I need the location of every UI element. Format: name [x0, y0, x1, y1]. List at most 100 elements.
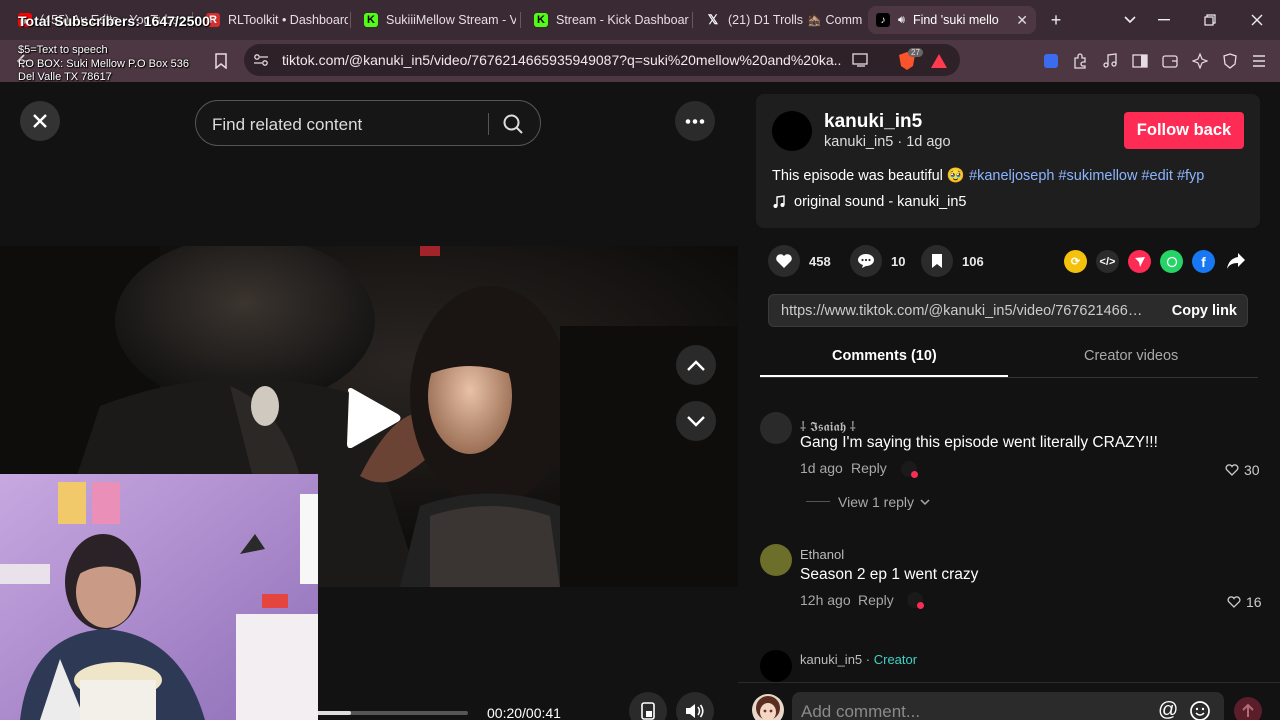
- speaker-icon: 🔊︎: [898, 13, 905, 26]
- tab-label: SukiiiMellow Stream - V: [386, 13, 516, 27]
- commenter-avatar[interactable]: [760, 650, 792, 682]
- mention-icon[interactable]: @: [1158, 699, 1178, 720]
- wallet-icon[interactable]: [1159, 50, 1181, 72]
- original-sound[interactable]: original sound - kanuki_in5: [772, 194, 967, 210]
- close-tab-icon[interactable]: ✕: [1016, 12, 1028, 29]
- leo-ai-icon[interactable]: [1189, 50, 1211, 72]
- tts-info: $5=Text to speech: [18, 44, 108, 56]
- post-comment-button[interactable]: [1234, 697, 1262, 720]
- shields-count-badge: 27: [908, 48, 923, 57]
- reply-button[interactable]: Reply: [858, 592, 894, 608]
- close-window-button[interactable]: [1245, 8, 1269, 32]
- comment-like-count: 16: [1246, 594, 1262, 610]
- next-video-button[interactable]: [676, 401, 716, 441]
- save-count: 106: [962, 253, 984, 269]
- tab-tiktok-active[interactable]: ♪ 🔊︎ Find 'suki mello ✕: [868, 6, 1036, 34]
- minimize-button[interactable]: [1152, 8, 1176, 32]
- active-tab-indicator: [760, 375, 1008, 377]
- commenter-avatar[interactable]: [760, 412, 792, 444]
- send-to-friends-icon[interactable]: [1128, 250, 1151, 273]
- chevron-up-icon: [687, 359, 705, 371]
- volume-icon: [686, 704, 704, 718]
- author-username[interactable]: kanuki_in5: [824, 111, 922, 133]
- follow-back-button[interactable]: Follow back: [1124, 112, 1244, 149]
- tab-kick-stream[interactable]: K SukiiiMellow Stream - V: [356, 6, 516, 34]
- bookmark-icon: [921, 245, 953, 277]
- ellipsis-icon: [685, 118, 705, 124]
- comment-like-count: 30: [1244, 462, 1260, 478]
- add-comment-input[interactable]: Add comment... @: [792, 692, 1224, 720]
- extension-shield-icon[interactable]: [1040, 50, 1062, 72]
- comment-action[interactable]: 10: [850, 245, 905, 277]
- screen: ▶ (455) Au Edits - YouTube R RLToolkit •…: [0, 0, 1280, 720]
- close-video-button[interactable]: [20, 101, 60, 141]
- embed-code-icon[interactable]: </>: [1096, 250, 1119, 273]
- related-search-input[interactable]: Find related content: [195, 100, 541, 146]
- commenter-avatar[interactable]: [760, 544, 792, 576]
- vpn-icon[interactable]: [1219, 50, 1241, 72]
- brave-rewards-icon[interactable]: [928, 50, 950, 72]
- repost-icon[interactable]: ⟳: [1064, 250, 1087, 273]
- restore-button[interactable]: [1198, 8, 1222, 32]
- site-settings-icon[interactable]: [250, 49, 272, 71]
- po-box-line-1: PO BOX: Suki Mellow P.O Box 536: [18, 58, 189, 70]
- tab-list-chevron-icon[interactable]: [1118, 8, 1142, 32]
- caption-hashtags[interactable]: #kaneljoseph #sukimellow #edit #fyp: [969, 168, 1204, 184]
- share-link-box[interactable]: https://www.tiktok.com/@kanuki_in5/video…: [768, 294, 1248, 327]
- save-action[interactable]: 106: [921, 245, 984, 277]
- url-text: tiktok.com/@kanuki_in5/video/76762146659…: [282, 52, 842, 68]
- music-note-icon[interactable]: [1099, 50, 1121, 72]
- chevron-down-icon: [920, 498, 930, 505]
- commenter-name[interactable]: Ethanol: [800, 547, 844, 562]
- brave-shields-icon[interactable]: 27: [896, 48, 923, 72]
- search-icon[interactable]: [502, 113, 524, 140]
- commenter-name[interactable]: ⸸ 𝕴𝖘𝖆𝖎𝖆𝖍 ⸸: [800, 417, 856, 435]
- comment-like[interactable]: 16: [1227, 594, 1262, 610]
- facebook-icon[interactable]: f: [1192, 250, 1215, 273]
- search-placeholder: Find related content: [212, 115, 363, 134]
- comment-like[interactable]: 30: [1225, 462, 1260, 478]
- like-count: 458: [809, 253, 831, 269]
- author-handle-time: kanuki_in5 · 1d ago: [824, 134, 951, 150]
- address-bar[interactable]: tiktok.com/@kanuki_in5/video/76762146659…: [244, 44, 960, 76]
- like-action[interactable]: 458: [768, 245, 831, 277]
- tab-x[interactable]: 𝕏 (21) D1 Trolls 🏚️ Comm: [698, 6, 862, 34]
- comment-time: 12h ago: [800, 592, 851, 608]
- tab-label: Stream - Kick Dashboar: [556, 13, 689, 27]
- tab-rltoolkit[interactable]: R RLToolkit • Dashboard: [198, 6, 348, 34]
- bookmark-icon[interactable]: [210, 50, 232, 72]
- tab-comments[interactable]: Comments (10): [832, 348, 937, 364]
- sidebar-icon[interactable]: [1129, 50, 1151, 72]
- heart-outline-icon: [1227, 596, 1241, 608]
- chevron-down-icon: [687, 415, 705, 427]
- whatsapp-icon[interactable]: [1160, 250, 1183, 273]
- tiktok-icon: ♪: [876, 13, 890, 27]
- new-tab-button[interactable]: +: [1044, 8, 1068, 32]
- music-note-icon: [773, 195, 785, 208]
- author-avatar[interactable]: [772, 111, 812, 151]
- copy-link-button[interactable]: Copy link: [1172, 303, 1237, 319]
- post-caption: This episode was beautiful 🥹 #kaneljosep…: [772, 167, 1204, 184]
- tab-kick-dashboard[interactable]: K Stream - Kick Dashboar: [526, 6, 690, 34]
- comment-placeholder: Add comment...: [801, 702, 921, 720]
- creator-heart-badge: [911, 471, 918, 478]
- webcam-overlay: [0, 474, 318, 720]
- comment-text: Gang I'm saying this episode went litera…: [800, 434, 1158, 451]
- emoji-icon[interactable]: [1189, 700, 1211, 720]
- share-arrow-icon[interactable]: [1226, 252, 1246, 275]
- menu-icon[interactable]: [1248, 50, 1270, 72]
- tab-creator-videos[interactable]: Creator videos: [1084, 348, 1178, 364]
- heart-icon: [768, 245, 800, 277]
- previous-video-button[interactable]: [676, 345, 716, 385]
- x-icon: 𝕏: [707, 12, 719, 27]
- extensions-puzzle-icon[interactable]: [1069, 50, 1091, 72]
- reply-button[interactable]: Reply: [851, 460, 887, 476]
- kick-icon: K: [534, 13, 548, 27]
- cast-icon[interactable]: [850, 49, 872, 71]
- sound-label: original sound - kanuki_in5: [794, 194, 967, 210]
- play-icon[interactable]: [345, 388, 401, 453]
- view-replies-button[interactable]: View 1 reply: [838, 494, 930, 510]
- commenter-name[interactable]: kanuki_in5: [800, 652, 862, 667]
- more-options-button[interactable]: [675, 101, 715, 141]
- tab-label: Find 'suki mello: [912, 13, 999, 27]
